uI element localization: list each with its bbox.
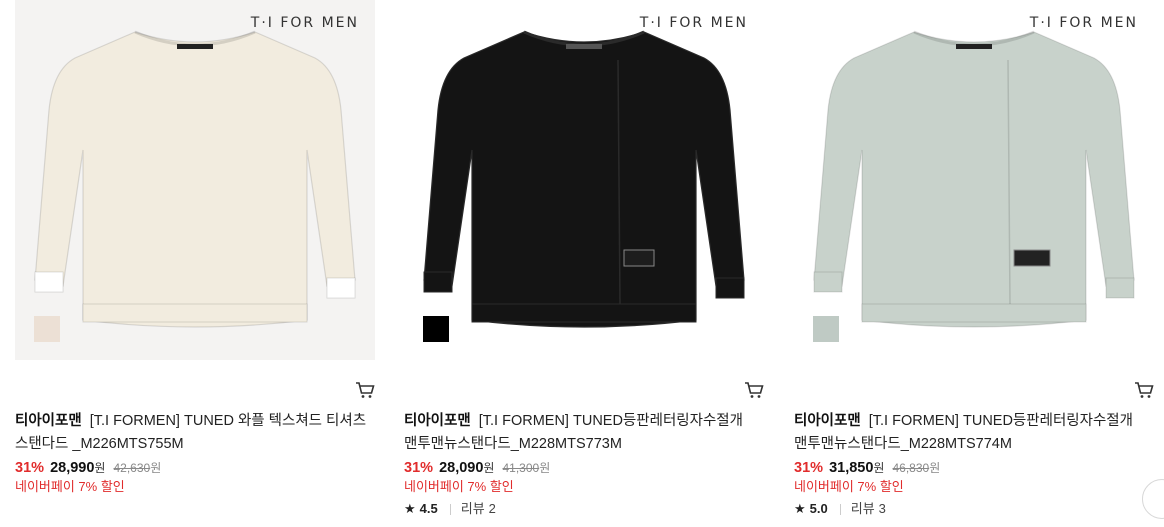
shop-name[interactable]: 티아이포맨 bbox=[794, 413, 861, 429]
brand-logo: T·I FOR MEN bbox=[250, 15, 359, 31]
original-currency-label: 원 bbox=[150, 461, 162, 475]
review-count: 2 bbox=[488, 501, 496, 516]
rating-row[interactable]: ★ 4.5 리뷰 2 bbox=[404, 500, 496, 518]
divider bbox=[839, 503, 841, 515]
original-currency-label: 원 bbox=[539, 461, 551, 475]
product-title[interactable]: 티아이포맨 [T.I FORMEN] TUNED등판레터링자수절개맨투맨뉴스탠다… bbox=[404, 410, 756, 456]
product-title[interactable]: 티아이포맨 [T.I FORMEN] TUNED등판레터링자수절개맨투맨뉴스탠다… bbox=[794, 410, 1146, 456]
sale-price: 28,090 bbox=[439, 460, 484, 476]
price-row: 31% 28,090원 41,300원 bbox=[404, 458, 550, 478]
color-swatch[interactable] bbox=[423, 316, 449, 342]
cart-icon[interactable] bbox=[744, 381, 764, 399]
discount-rate: 31% bbox=[794, 460, 824, 476]
original-price: 42,630 bbox=[113, 461, 151, 475]
star-icon: ★ bbox=[404, 501, 416, 516]
sale-price: 28,990 bbox=[50, 460, 95, 476]
brand-logo: T·I FOR MEN bbox=[639, 15, 748, 31]
cart-icon[interactable] bbox=[1134, 381, 1154, 399]
product-image[interactable] bbox=[404, 0, 764, 360]
price-row: 31% 28,990원 42,630원 bbox=[15, 458, 161, 478]
price-row: 31% 31,850원 46,830원 bbox=[794, 458, 940, 478]
cart-icon[interactable] bbox=[355, 381, 375, 399]
discount-rate: 31% bbox=[404, 460, 434, 476]
naverpay-promo: 네이버페이 7% 할인 bbox=[404, 479, 514, 494]
product-thumbnail[interactable]: T·I FOR MEN bbox=[15, 0, 375, 360]
divider bbox=[449, 503, 451, 515]
shop-name[interactable]: 티아이포맨 bbox=[15, 413, 82, 429]
product-image[interactable] bbox=[794, 0, 1154, 360]
review-label: 리뷰 bbox=[460, 501, 485, 516]
product-thumbnail[interactable]: T·I FOR MEN bbox=[404, 0, 764, 360]
review-count: 3 bbox=[878, 501, 886, 516]
naverpay-promo: 네이버페이 7% 할인 bbox=[15, 479, 125, 494]
rating-row[interactable]: ★ 5.0 리뷰 3 bbox=[794, 500, 886, 518]
product-image[interactable] bbox=[15, 0, 375, 360]
original-price: 41,300 bbox=[502, 461, 540, 475]
star-icon: ★ bbox=[794, 501, 806, 516]
currency-label: 원 bbox=[483, 461, 495, 475]
rating-value: 5.0 bbox=[809, 501, 828, 516]
rating-value: 4.5 bbox=[419, 501, 438, 516]
original-currency-label: 원 bbox=[929, 461, 941, 475]
original-price: 46,830 bbox=[892, 461, 930, 475]
color-swatch[interactable] bbox=[813, 316, 839, 342]
discount-rate: 31% bbox=[15, 460, 45, 476]
product-thumbnail[interactable]: T·I FOR MEN bbox=[794, 0, 1154, 360]
currency-label: 원 bbox=[873, 461, 885, 475]
naverpay-promo: 네이버페이 7% 할인 bbox=[794, 479, 904, 494]
product-card[interactable]: T·I FOR MEN 티아이포맨 [T.I FORMEN] TUNED 와플 … bbox=[15, 0, 375, 527]
sale-price: 31,850 bbox=[829, 460, 874, 476]
product-card[interactable]: T·I FOR MEN 티아이포맨 [T.I FORMEN] TUNED등판레터… bbox=[404, 0, 764, 527]
product-card[interactable]: T·I FOR MEN 티아이포맨 [T.I FORMEN] TUNED등판레터… bbox=[794, 0, 1154, 527]
shop-name[interactable]: 티아이포맨 bbox=[404, 413, 471, 429]
review-label: 리뷰 bbox=[850, 501, 875, 516]
brand-logo: T·I FOR MEN bbox=[1029, 15, 1138, 31]
currency-label: 원 bbox=[94, 461, 106, 475]
product-title[interactable]: 티아이포맨 [T.I FORMEN] TUNED 와플 텍스쳐드 티셔츠 스탠다… bbox=[15, 410, 367, 456]
color-swatch[interactable] bbox=[34, 316, 60, 342]
